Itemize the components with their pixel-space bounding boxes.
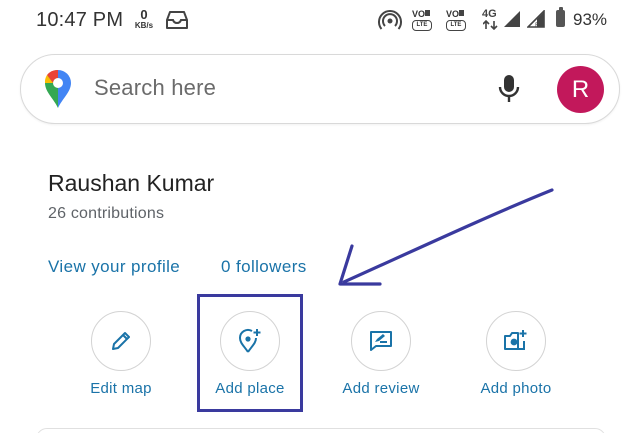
inbox-icon	[166, 11, 188, 29]
pencil-icon	[112, 332, 130, 350]
google-maps-logo-icon	[44, 69, 71, 108]
add-photo-button[interactable]: Add photo	[451, 311, 581, 397]
data-arrows-icon	[483, 20, 498, 30]
4g-icon: 4G	[482, 8, 497, 20]
svg-text:R: R	[535, 22, 539, 28]
network-speed: 0 KB/s	[131, 8, 157, 30]
user-name: Raushan Kumar	[48, 170, 215, 196]
signal-icon-sim2: R	[527, 10, 545, 28]
view-profile-link[interactable]: View your profile	[48, 257, 180, 277]
bottom-card	[36, 428, 606, 433]
volte-icon-sim2: VO LTE	[446, 9, 466, 31]
network-speed-unit: KB/s	[134, 21, 154, 30]
battery-icon	[556, 7, 565, 27]
contributions-count: 26 contributions	[48, 205, 165, 222]
edit-map-label: Edit map	[90, 380, 152, 397]
edit-map-button[interactable]: Edit map	[56, 311, 186, 397]
mic-icon[interactable]	[498, 74, 520, 104]
search-input[interactable]: Search here	[94, 75, 216, 101]
add-review-label: Add review	[342, 380, 420, 397]
add-photo-icon	[504, 330, 527, 350]
volte-icon: VO LTE	[412, 9, 432, 31]
status-time: 10:47 PM	[36, 9, 124, 31]
status-bar: 10:47 PM 0 KB/s VO LTE VO LTE 4G R 93%	[0, 0, 640, 44]
annotation-arrow	[338, 188, 554, 286]
followers-link[interactable]: 0 followers	[221, 257, 307, 277]
review-icon	[370, 331, 392, 351]
network-speed-value: 0	[140, 7, 148, 22]
signal-icon	[504, 11, 520, 27]
hotspot-icon	[378, 10, 402, 30]
avatar[interactable]: R	[557, 66, 604, 113]
annotation-highlight-box	[197, 294, 303, 412]
battery-percent: 93%	[573, 10, 608, 29]
search-bar[interactable]: Search here R	[20, 54, 620, 124]
google-maps-contribute-screen: 10:47 PM 0 KB/s VO LTE VO LTE 4G R 93% S…	[0, 0, 640, 433]
add-photo-label: Add photo	[480, 380, 552, 397]
add-review-button[interactable]: Add review	[316, 311, 446, 397]
